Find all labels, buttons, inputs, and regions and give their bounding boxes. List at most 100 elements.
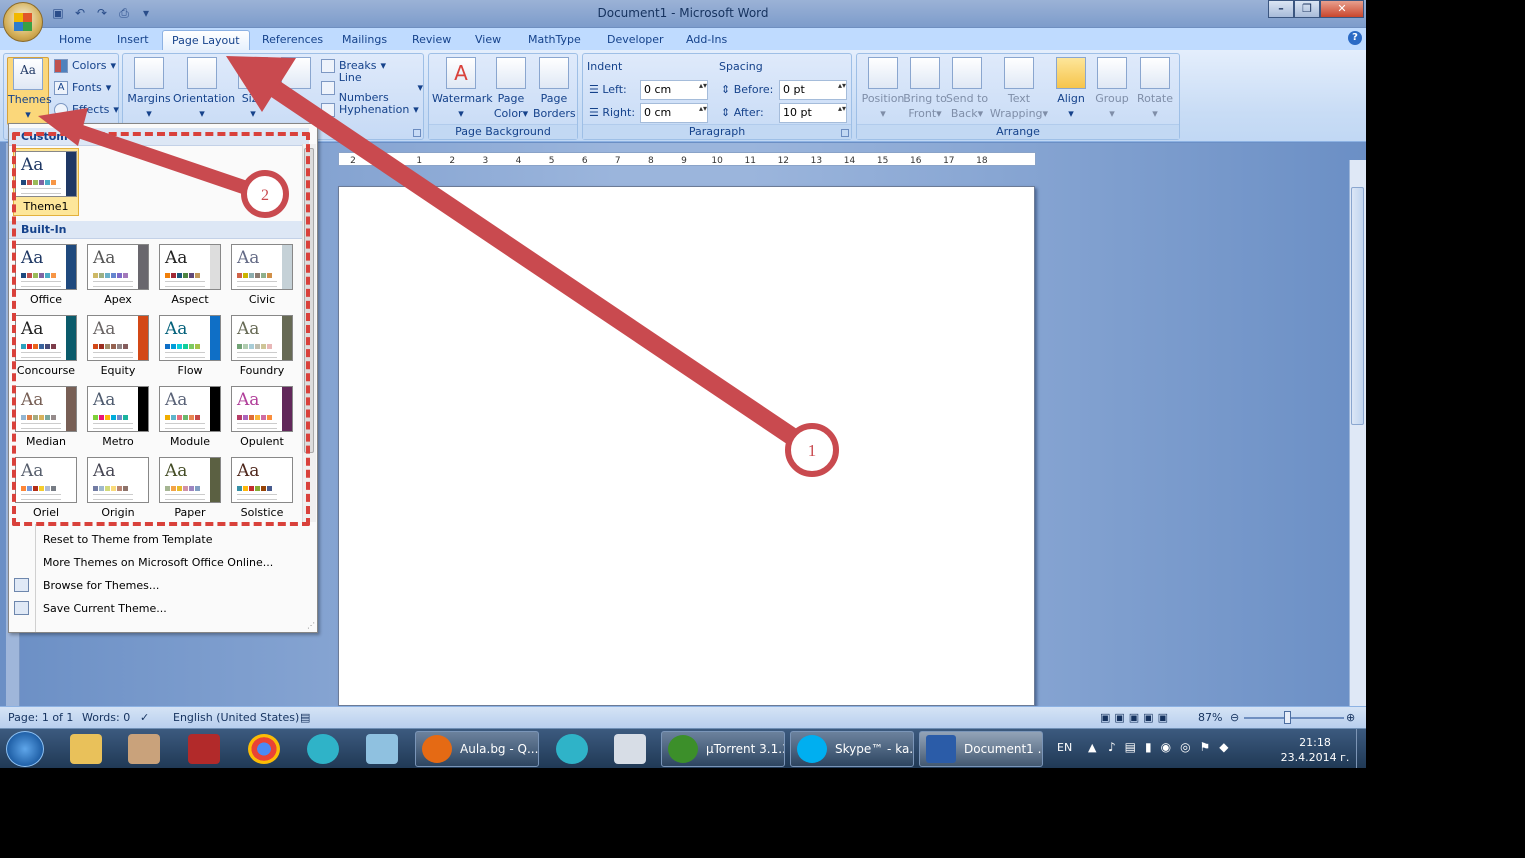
taskbar-app-word[interactable]: Document1 ... [919,731,1043,767]
tab-mailings[interactable]: Mailings [333,30,396,50]
acrobat-icon[interactable] [188,734,220,764]
browse-themes-item[interactable]: Browse for Themes... [9,574,317,597]
color-swatch [249,344,254,349]
reset-theme-item[interactable]: Reset to Theme from Template [9,528,317,551]
tab-home[interactable]: Home [50,30,100,50]
taskbar-app-utorrent[interactable]: µTorrent 3.1.3 [661,731,785,767]
rotate-icon [1140,57,1170,89]
vertical-scroll-thumb[interactable] [1351,187,1364,425]
page-count[interactable]: Page: 1 of 1 [8,711,73,724]
colors-button[interactable]: Colors ▾ [54,56,116,76]
chrome-icon[interactable] [248,734,280,764]
zoom-slider[interactable] [1244,717,1344,719]
taskbar-app-firefox[interactable]: Aula.bg - Q... [415,731,539,767]
tab-references[interactable]: References [253,30,332,50]
save-current-theme-item[interactable]: Save Current Theme... [9,597,317,620]
paint-icon[interactable] [128,734,160,764]
rotate-button[interactable]: Rotate ▾ [1135,57,1175,121]
spacing-before-input[interactable]: 0 pt [779,80,847,100]
tab-developer[interactable]: Developer [598,30,673,50]
theme-tile-opulent[interactable]: Aa Opulent [229,384,295,452]
more-themes-online-item[interactable]: More Themes on Microsoft Office Online..… [9,551,317,574]
page-setup-launcher-icon[interactable] [413,129,421,137]
watermark-button[interactable]: A Watermark ▾ [432,57,493,121]
close-button[interactable]: ✕ [1320,0,1364,18]
tab-review[interactable]: Review [403,30,460,50]
minimize-button[interactable]: – [1268,0,1294,18]
hyphenation-button[interactable]: Hyphenation ▾ [321,100,419,120]
theme-tile-module[interactable]: Aa Module [157,384,223,452]
recycle-app-icon[interactable] [307,734,339,764]
theme-tile-equity[interactable]: Aa Equity [85,313,151,381]
zoom-slider-thumb[interactable] [1284,711,1291,724]
text-wrapping-button[interactable]: Text Wrapping▾ [989,57,1049,121]
theme-tile-apex[interactable]: Aa Apex [85,242,151,310]
maximize-button[interactable]: ❐ [1294,0,1320,18]
start-button[interactable] [6,731,44,767]
page-borders-button[interactable]: Page Borders [533,57,576,121]
tab-add-ins[interactable]: Add-Ins [677,30,736,50]
show-desktop-button[interactable] [1356,729,1366,768]
calculator-icon[interactable] [614,734,646,764]
document-page[interactable] [338,186,1035,706]
theme-tile-office[interactable]: Aa Office [13,242,79,310]
language-status[interactable]: English (United States) [173,711,299,724]
theme-tile-paper[interactable]: Aa Paper [157,455,223,523]
explorer-icon[interactable] [70,734,102,764]
theme-tile-flow[interactable]: Aa Flow [157,313,223,381]
proofing-icon[interactable]: ✓ [140,711,149,724]
tab-page-layout[interactable]: Page Layout [162,30,250,50]
align-button[interactable]: Align ▾ [1053,57,1089,121]
theme-tile-origin[interactable]: Aa Origin [85,455,151,523]
indent-left-input[interactable]: 0 cm [640,80,708,100]
columns-button[interactable] [278,57,314,91]
zoom-out-icon[interactable]: ⊖ [1230,711,1239,724]
effects-button[interactable]: Effects ▾ [54,100,119,120]
macro-record-icon[interactable]: ▤ [300,711,310,724]
theme-tile-concourse[interactable]: Aa Concourse [13,313,79,381]
position-button[interactable]: Position ▾ [861,57,905,121]
office-button[interactable] [3,2,43,42]
size-button[interactable]: Size ▾ [235,57,271,121]
theme-tile-median[interactable]: Aa Median [13,384,79,452]
theme-preview-icon: Aa [231,386,293,432]
theme-tile-solstice[interactable]: Aa Solstice [229,455,295,523]
line-numbers-button[interactable]: Line Numbers ▾ [321,71,423,104]
zoom-level[interactable]: 87% [1198,711,1222,724]
theme-tile-foundry[interactable]: Aa Foundry [229,313,295,381]
tray-icons[interactable]: ♪▤▮◉◎⚑◆ [1108,740,1238,754]
custom-section-header: Custom [9,128,309,146]
bring-to-front-button[interactable]: Bring to Front▾ [903,57,947,121]
tab-view[interactable]: View [466,30,510,50]
tab-insert[interactable]: Insert [108,30,158,50]
themes-button[interactable]: Aa Themes ▾ [7,57,52,125]
page-color-button[interactable]: Page Color▾ [491,57,531,121]
theme-tile-theme1[interactable]: Aa Theme1 [13,148,79,216]
taskbar-app-skype[interactable]: Skype™ - ka... [790,731,914,767]
word-count[interactable]: Words: 0 [82,711,130,724]
theme-tile-civic[interactable]: Aa Civic [229,242,295,310]
margins-button[interactable]: Margins ▾ [127,57,171,121]
help-icon[interactable]: ? [1348,31,1362,45]
notes-icon[interactable] [366,734,398,764]
indent-right-input[interactable]: 0 cm [640,103,708,123]
language-indicator[interactable]: EN [1057,741,1072,754]
tab-mathtype[interactable]: MathType [519,30,590,50]
tray-expand-icon[interactable]: ▲ [1088,741,1096,754]
view-buttons-icon[interactable]: ▣▣▣▣▣ [1100,711,1172,724]
send-to-back-button[interactable]: Send to Back▾ [945,57,989,121]
clock[interactable]: 21:18 23.4.2014 г. [1275,735,1355,765]
gallery-scroll-thumb[interactable] [304,148,314,453]
theme-tile-aspect[interactable]: Aa Aspect [157,242,223,310]
paragraph-launcher-icon[interactable] [841,129,849,137]
spacing-after-input[interactable]: 10 pt [779,103,847,123]
theme-tile-metro[interactable]: Aa Metro [85,384,151,452]
group-button[interactable]: Group ▾ [1093,57,1131,121]
fonts-button[interactable]: A Fonts ▾ [54,78,111,98]
color-swatch [111,273,116,278]
resize-grip-icon[interactable]: ⋰ [307,621,315,630]
zoom-in-icon[interactable]: ⊕ [1346,711,1355,724]
recycle-app-icon-2[interactable] [556,734,588,764]
orientation-button[interactable]: Orientation ▾ [173,57,235,121]
theme-tile-oriel[interactable]: Aa Oriel [13,455,79,523]
